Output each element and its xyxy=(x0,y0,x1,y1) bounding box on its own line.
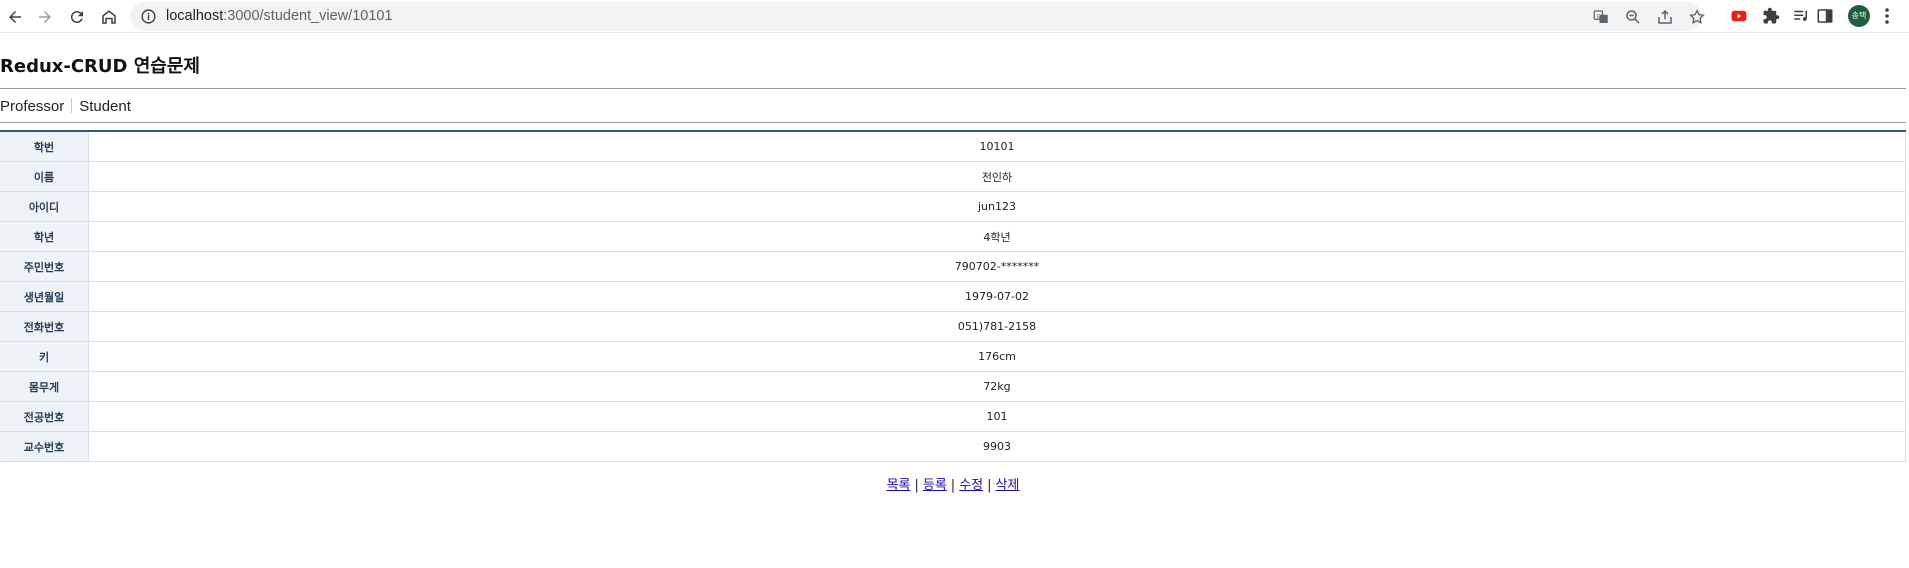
table-row: 교수번호 9903 xyxy=(0,431,1906,462)
zoom-icon[interactable] xyxy=(1624,8,1642,26)
info-icon[interactable] xyxy=(140,8,157,25)
field-label: 교수번호 xyxy=(0,431,89,462)
svg-text:G: G xyxy=(1597,14,1601,20)
field-label: 전화번호 xyxy=(0,311,89,342)
field-value: 1979-07-02 xyxy=(88,281,1906,312)
table-row: 주민번호 790702-******* xyxy=(0,251,1906,282)
create-link[interactable]: 등록 xyxy=(923,478,947,493)
url-path: :3000/student_view/10101 xyxy=(223,8,393,24)
reading-list-icon[interactable] xyxy=(1792,7,1810,25)
table-row: 이름 전인하 xyxy=(0,161,1906,192)
field-label: 전공번호 xyxy=(0,401,89,432)
field-value: 051)781-2158 xyxy=(88,311,1906,342)
student-detail-table: 학번 10101 이름 전인하 아이디 jun123 학년 4학년 주민번호 790702-***… xyxy=(0,130,1906,462)
nav-professor-link[interactable]: Professor xyxy=(0,98,64,115)
table-row: 학년 4학년 xyxy=(0,221,1906,252)
field-value: 72kg xyxy=(88,371,1906,402)
field-value: 10101 xyxy=(88,131,1906,162)
url-host: localhost xyxy=(166,8,224,24)
field-value: 전인하 xyxy=(88,161,1906,192)
reload-icon[interactable] xyxy=(66,6,88,28)
field-label: 키 xyxy=(0,341,89,372)
table-row: 전공번호 101 xyxy=(0,401,1906,432)
table-row: 전화번호 051)781-2158 xyxy=(0,311,1906,342)
field-label: 몸무게 xyxy=(0,371,89,402)
list-link[interactable]: 목록 xyxy=(887,478,911,493)
translate-icon[interactable]: G xyxy=(1592,8,1610,26)
table-row: 몸무게 72kg xyxy=(0,371,1906,402)
forward-icon[interactable] xyxy=(34,6,56,28)
field-value: 790702-******* xyxy=(88,251,1906,282)
field-value: 176cm xyxy=(88,341,1906,372)
link-separator: | xyxy=(987,478,992,493)
menu-dots-icon[interactable] xyxy=(1880,7,1894,25)
edit-link[interactable]: 수정 xyxy=(959,478,983,493)
field-value: 9903 xyxy=(88,431,1906,462)
field-label: 이름 xyxy=(0,161,89,192)
youtube-extension-icon[interactable] xyxy=(1730,7,1748,25)
header-divider xyxy=(0,88,1906,89)
table-row: 학번 10101 xyxy=(0,131,1906,162)
link-separator: | xyxy=(914,478,919,493)
table-row: 생년월일 1979-07-02 xyxy=(0,281,1906,312)
table-row: 키 176cm xyxy=(0,341,1906,372)
extensions-puzzle-icon[interactable] xyxy=(1762,7,1780,25)
side-panel-icon[interactable] xyxy=(1816,7,1834,25)
field-label: 학번 xyxy=(0,131,89,162)
field-value: 4학년 xyxy=(88,221,1906,252)
profile-avatar[interactable]: 송택 xyxy=(1848,5,1870,27)
field-value: jun123 xyxy=(88,191,1906,222)
table-row: 아이디 jun123 xyxy=(0,191,1906,222)
top-nav: Professor Student xyxy=(0,98,131,115)
field-label: 생년월일 xyxy=(0,281,89,312)
home-icon[interactable] xyxy=(98,6,120,28)
link-separator: | xyxy=(950,478,956,493)
nav-student-link[interactable]: Student xyxy=(79,98,131,115)
bookmark-star-icon[interactable] xyxy=(1688,8,1706,26)
address-bar[interactable]: localhost:3000/student_view/10101 G xyxy=(130,2,1705,31)
nav-separator xyxy=(71,98,73,113)
field-label: 아이디 xyxy=(0,191,89,222)
back-icon[interactable] xyxy=(4,6,26,28)
action-links: 목록 | 등록 | 수정 | 삭제 xyxy=(0,474,1906,493)
browser-toolbar: localhost:3000/student_view/10101 G 송택 xyxy=(0,0,1909,33)
field-label: 주민번호 xyxy=(0,251,89,282)
share-icon[interactable] xyxy=(1656,8,1674,26)
page-title: Redux-CRUD 연습문제 xyxy=(0,56,200,77)
delete-link[interactable]: 삭제 xyxy=(996,478,1020,493)
nav-divider xyxy=(0,122,1906,123)
field-value: 101 xyxy=(88,401,1906,432)
field-label: 학년 xyxy=(0,221,89,252)
url-text[interactable]: localhost:3000/student_view/10101 xyxy=(166,8,393,24)
